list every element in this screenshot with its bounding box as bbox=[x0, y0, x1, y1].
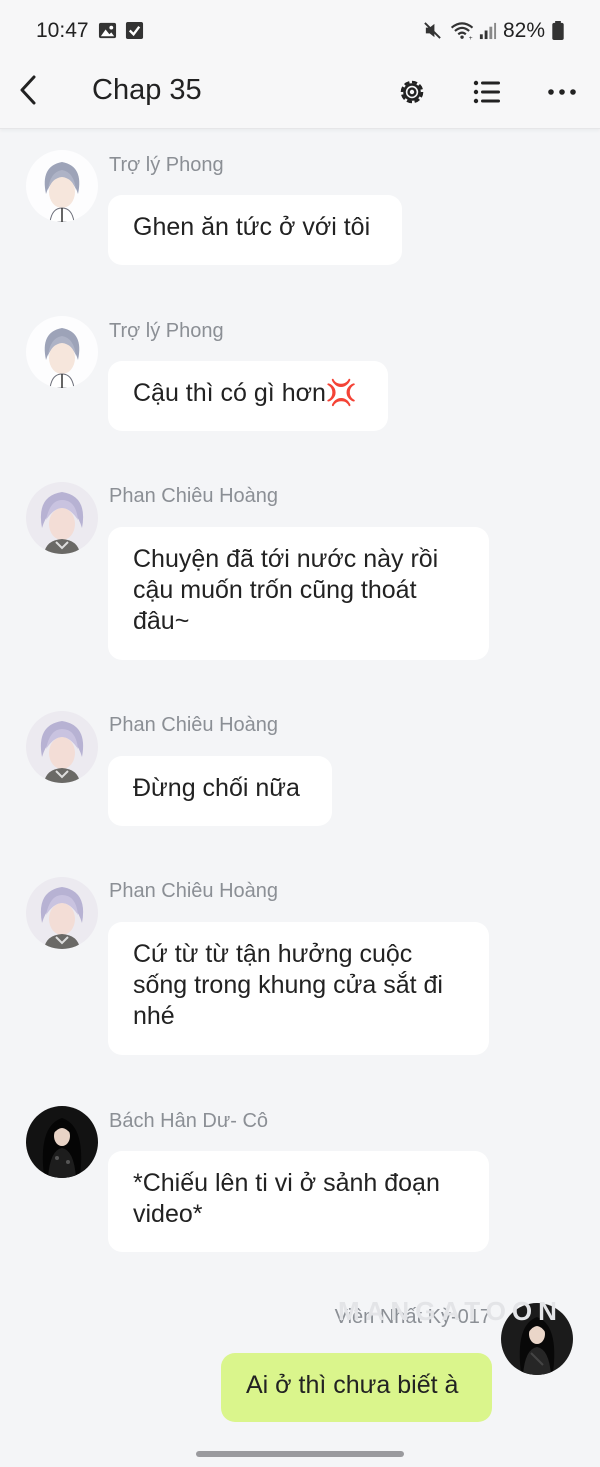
message-bubble: Cậu thì có gì hơn💢 bbox=[108, 361, 388, 431]
message-bubble: Chuyện đã tới nước này rồi cậu muốn trốn… bbox=[108, 527, 489, 660]
status-time: 10:47 bbox=[36, 19, 89, 42]
sender-name: Bách Hân Dư- Cô bbox=[109, 1110, 269, 1132]
list-icon[interactable] bbox=[467, 72, 507, 112]
gear-icon[interactable] bbox=[392, 72, 432, 112]
message-bubble: Ghen ăn tức ở với tôi bbox=[108, 195, 402, 265]
image-icon bbox=[98, 22, 117, 39]
avatar-bach-han-du[interactable] bbox=[26, 1106, 98, 1178]
sender-name: Phan Chiêu Hoàng bbox=[109, 880, 279, 902]
page-title: Chap 35 bbox=[92, 74, 202, 106]
message-bubble: *Chiếu lên ti vi ở sảnh đoạn video* bbox=[108, 1151, 489, 1252]
battery-icon bbox=[552, 21, 564, 40]
avatar-phan-chieu-hoang[interactable] bbox=[26, 711, 98, 783]
home-indicator[interactable] bbox=[196, 1451, 404, 1457]
watermark: MANGATOON bbox=[338, 1296, 563, 1326]
message-bubble: Ai ở thì chưa biết à bbox=[221, 1353, 492, 1422]
avatar-tro-ly-phong[interactable] bbox=[26, 316, 98, 388]
message-bubble: Cứ từ từ tận hưởng cuộc sống trong khung… bbox=[108, 922, 489, 1055]
battery-percent: 82% bbox=[503, 19, 546, 42]
status-bar: 10:47 + 82% bbox=[0, 0, 600, 62]
sender-name: Phan Chiêu Hoàng bbox=[109, 714, 279, 736]
avatar-phan-chieu-hoang[interactable] bbox=[26, 482, 98, 554]
svg-text:+: + bbox=[469, 35, 473, 40]
sender-name: Phan Chiêu Hoàng bbox=[109, 485, 279, 507]
mute-icon bbox=[424, 22, 441, 39]
wifi-icon: + bbox=[450, 22, 474, 40]
more-dots-icon[interactable] bbox=[542, 72, 582, 112]
back-arrow-icon[interactable] bbox=[14, 72, 44, 108]
sender-name: Trợ lý Phong bbox=[109, 320, 224, 342]
avatar-tro-ly-phong[interactable] bbox=[26, 150, 98, 222]
signal-icon bbox=[479, 22, 497, 40]
message-bubble: Đừng chối nữa bbox=[108, 756, 332, 826]
sender-name: Trợ lý Phong bbox=[109, 154, 224, 176]
avatar-phan-chieu-hoang[interactable] bbox=[26, 877, 98, 949]
checkbox-icon bbox=[125, 21, 144, 40]
app-bar: Chap 35 bbox=[0, 62, 600, 129]
